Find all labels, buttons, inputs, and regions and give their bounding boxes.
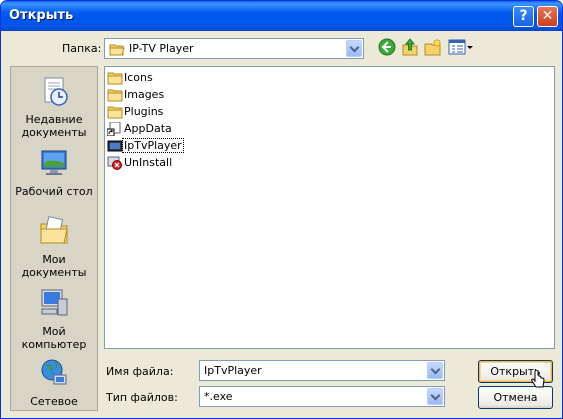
- file-name: Images: [124, 88, 165, 101]
- close-button[interactable]: ✕: [537, 6, 558, 27]
- places-bar: Недавние документы Рабочий стол Мои доку…: [10, 66, 98, 411]
- places-network[interactable]: Сетевое: [11, 357, 97, 408]
- open-folder-icon: [109, 44, 125, 56]
- network-icon: [41, 359, 67, 385]
- file-name: AppData: [124, 122, 172, 135]
- file-name: Icons: [124, 71, 153, 84]
- places-label: Недавние документы: [21, 113, 87, 139]
- help-button[interactable]: ?: [513, 6, 534, 27]
- filetype-value: *.exe: [204, 390, 233, 403]
- places-my-documents[interactable]: Мои документы: [11, 215, 97, 279]
- recent-documents-icon: [44, 77, 68, 106]
- my-computer-icon: [41, 289, 68, 316]
- shortcut-icon: [107, 122, 121, 136]
- folder-select[interactable]: IP-TV Player: [104, 38, 364, 59]
- filetype-label: Тип файлов:: [106, 391, 178, 404]
- filename-input[interactable]: IpTvPlayer: [199, 360, 445, 381]
- up-folder-icon[interactable]: [401, 38, 419, 56]
- application-icon: [107, 140, 123, 152]
- current-folder-value: IP-TV Player: [129, 42, 194, 55]
- folder-icon: [107, 89, 123, 102]
- folder-label: Папка:: [62, 42, 102, 55]
- new-folder-icon[interactable]: [424, 38, 442, 56]
- open-file-dialog: Открыть ? ✕ Папка: IP-TV Player Недавние…: [0, 0, 563, 419]
- folder-icon: [107, 106, 123, 119]
- filetype-select[interactable]: *.exe: [199, 386, 445, 407]
- places-label: Рабочий стол: [15, 185, 93, 198]
- file-name: Plugins: [124, 105, 164, 118]
- folder-icon: [107, 72, 123, 85]
- back-icon[interactable]: [378, 38, 396, 56]
- uninstall-icon: [107, 156, 122, 170]
- places-label: Мой компьютер: [21, 325, 87, 351]
- title-bar[interactable]: Открыть ? ✕: [1, 1, 562, 31]
- file-name: IpTvPlayer: [122, 138, 184, 153]
- chevron-down-icon[interactable]: [427, 388, 443, 405]
- window-title: Открыть: [9, 8, 74, 23]
- places-label: Мои документы: [21, 253, 87, 279]
- filename-label: Имя файла:: [106, 365, 174, 378]
- desktop-icon: [41, 150, 67, 175]
- my-documents-icon: [40, 216, 68, 244]
- places-my-computer[interactable]: Мой компьютер: [11, 287, 97, 351]
- filename-value: IpTvPlayer: [204, 364, 262, 377]
- view-menu-icon[interactable]: [448, 38, 474, 56]
- file-list[interactable]: Icons Images Plugins AppData IpTvPlayer …: [104, 66, 555, 349]
- places-label: Сетевое: [30, 395, 78, 408]
- places-recent-documents[interactable]: Недавние документы: [11, 75, 97, 139]
- hand-cursor-icon: [531, 370, 545, 388]
- places-desktop[interactable]: Рабочий стол: [11, 147, 97, 198]
- chevron-down-icon[interactable]: [346, 40, 362, 57]
- file-name: UnInstall: [124, 156, 173, 169]
- chevron-down-icon[interactable]: [427, 362, 443, 379]
